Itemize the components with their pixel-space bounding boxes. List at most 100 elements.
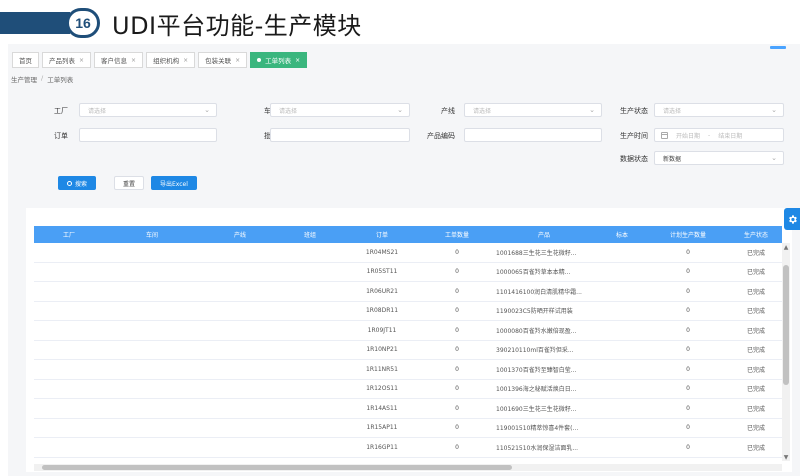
cell-empty bbox=[200, 243, 280, 262]
table-row[interactable]: 1R10NP21 0 390210110ml百雀羚但采... 0 已完成 bbox=[34, 341, 782, 360]
close-icon[interactable]: × bbox=[183, 57, 188, 64]
chevron-down-icon: ⌄ bbox=[771, 106, 777, 114]
close-icon[interactable]: × bbox=[131, 57, 136, 64]
table-row[interactable]: 1R15AP11 0 119001510精萃惊喜4件套(... 0 已完成 bbox=[34, 419, 782, 438]
chevron-down-icon: ⌄ bbox=[589, 106, 595, 114]
close-icon[interactable]: × bbox=[295, 57, 300, 64]
cell-empty bbox=[34, 263, 104, 282]
cell-qty: 0 bbox=[455, 385, 459, 393]
cell-qty: 0 bbox=[455, 268, 459, 276]
cell-order: 1R05ST11 bbox=[366, 268, 398, 276]
table-row[interactable]: 1R05ST11 0 1000065百雀羚草本本精... 0 已完成 bbox=[34, 263, 782, 282]
cell-order: 1R16GP11 bbox=[366, 443, 398, 451]
cell-empty bbox=[598, 419, 646, 438]
cell-status: 已完成 bbox=[746, 269, 765, 277]
export-button-label: 导出Excel bbox=[160, 180, 188, 188]
prod-status-label: 生产状态 bbox=[620, 107, 648, 115]
prod-status-select[interactable]: 请选择 ⌄ bbox=[654, 103, 784, 117]
cell-status: 已完成 bbox=[746, 327, 765, 335]
batch-input[interactable] bbox=[270, 128, 410, 142]
cell-empty bbox=[598, 243, 646, 262]
prod-time-range[interactable]: 开始日期 - 结束日期 bbox=[654, 128, 784, 142]
vertical-scroll-thumb[interactable] bbox=[783, 265, 789, 385]
data-status-select[interactable]: 新数据 ⌄ bbox=[654, 151, 784, 165]
table-row[interactable]: 1R14AS11 0 1001690三生花三生花微籽... 0 已完成 bbox=[34, 399, 782, 419]
slide-number: 16 bbox=[66, 8, 100, 38]
cell-empty bbox=[34, 419, 104, 438]
scroll-up-arrow-icon[interactable]: ▲ bbox=[782, 243, 790, 251]
cell-empty bbox=[598, 360, 646, 379]
cell-qty: 0 bbox=[455, 346, 459, 354]
close-icon[interactable]: × bbox=[235, 57, 240, 64]
gear-icon bbox=[788, 214, 797, 224]
scroll-down-arrow-icon[interactable]: ▼ bbox=[782, 453, 790, 461]
product-code-input[interactable] bbox=[464, 128, 602, 142]
cell-product: 1001690三生花三生花微籽... bbox=[496, 405, 577, 413]
cell-empty bbox=[200, 380, 280, 399]
horizontal-scrollbar[interactable] bbox=[34, 464, 782, 471]
settings-float-button[interactable] bbox=[784, 208, 800, 230]
tab-product-list[interactable]: 产品列表 × bbox=[42, 52, 92, 68]
cell-planned: 0 bbox=[686, 443, 690, 451]
line-select[interactable]: 请选择 ⌄ bbox=[464, 103, 602, 117]
cell-empty bbox=[104, 282, 200, 301]
order-input[interactable] bbox=[79, 128, 217, 142]
cell-product: 110521510水润保湿洁面乳... bbox=[496, 444, 579, 452]
cell-order: 1R15AP11 bbox=[366, 424, 398, 432]
cell-empty bbox=[280, 399, 340, 418]
cell-product: 1001370百雀羚至臻智白莹... bbox=[496, 366, 577, 374]
end-date-placeholder[interactable]: 结束日期 bbox=[718, 131, 742, 140]
column-header[interactable]: 订单 bbox=[340, 226, 424, 243]
table-row[interactable]: 1R04MS21 0 1001688三生花三生花微籽... 0 已完成 bbox=[34, 243, 782, 263]
cell-order: 1R12OS11 bbox=[366, 385, 398, 393]
column-header[interactable]: 生产状态 bbox=[730, 226, 782, 243]
reset-button[interactable]: 重置 bbox=[114, 176, 145, 190]
search-button[interactable]: 搜索 bbox=[58, 176, 97, 190]
cell-empty bbox=[104, 438, 200, 457]
app-window: 首页 产品列表 × 客户信息 × 组织机构 × 包装关联 × 工单列表 × 生产管理 / … bbox=[8, 44, 800, 476]
cell-product: 1101416100润白清肌精华霜... bbox=[496, 288, 582, 296]
horizontal-scroll-thumb[interactable] bbox=[42, 465, 512, 470]
cell-empty bbox=[280, 380, 340, 399]
cell-empty bbox=[34, 360, 104, 379]
cell-qty: 0 bbox=[455, 365, 459, 373]
column-header[interactable]: 标本 bbox=[598, 226, 646, 243]
tab-organization[interactable]: 组织机构 × bbox=[146, 52, 196, 68]
tab-home[interactable]: 首页 bbox=[12, 52, 39, 68]
cell-empty bbox=[200, 263, 280, 282]
column-header[interactable]: 产线 bbox=[200, 226, 280, 243]
close-icon[interactable]: × bbox=[79, 57, 84, 64]
start-date-placeholder[interactable]: 开始日期 bbox=[676, 131, 700, 140]
column-header[interactable]: 计划生产数量 bbox=[646, 226, 730, 243]
cell-qty: 0 bbox=[455, 443, 459, 451]
tab-work-order-list[interactable]: 工单列表 × bbox=[250, 52, 308, 68]
tab-label: 客户信息 bbox=[101, 57, 128, 65]
table-row[interactable]: 1R11NR51 0 1001370百雀羚至臻智白莹... 0 已完成 bbox=[34, 360, 782, 380]
factory-placeholder: 请选择 bbox=[88, 107, 107, 115]
cell-qty: 0 bbox=[455, 326, 459, 334]
table-row[interactable]: 1R06UR21 0 1101416100润白清肌精华霜... 0 已完成 bbox=[34, 282, 782, 302]
column-header[interactable]: 产品 bbox=[490, 226, 598, 243]
column-header[interactable]: 工单数量 bbox=[424, 226, 490, 243]
tab-label: 组织机构 bbox=[153, 57, 180, 65]
cell-order: 1R14AS11 bbox=[366, 404, 398, 412]
table-row[interactable]: 1R09JT11 0 1000080百雀羚水嫩倍现盈... 0 已完成 bbox=[34, 321, 782, 341]
tab-customer-info[interactable]: 客户信息 × bbox=[94, 52, 144, 68]
vertical-scrollbar[interactable]: ▲ ▼ bbox=[782, 243, 790, 461]
table-row[interactable]: 1R12OS11 0 1001396海之秘赋活焕白日... 0 已完成 bbox=[34, 380, 782, 399]
workshop-select[interactable]: 请选择 ⌄ bbox=[270, 103, 410, 117]
table-row[interactable]: 1R16GP11 0 110521510水润保湿洁面乳... 0 已完成 bbox=[34, 438, 782, 458]
cell-planned: 0 bbox=[686, 248, 690, 256]
tab-package-link[interactable]: 包装关联 × bbox=[198, 52, 248, 68]
table-row[interactable]: 1R08DR11 0 1190023C5防晒开样试用装 0 已完成 bbox=[34, 302, 782, 321]
factory-select[interactable]: 请选择 ⌄ bbox=[79, 103, 217, 117]
breadcrumb: 生产管理 / 工单列表 bbox=[11, 74, 73, 84]
column-header[interactable]: 班组 bbox=[280, 226, 340, 243]
column-header[interactable]: 车间 bbox=[104, 226, 200, 243]
tab-label: 首页 bbox=[19, 57, 32, 65]
tab-label: 产品列表 bbox=[49, 57, 75, 65]
column-header[interactable]: 工厂 bbox=[34, 226, 104, 243]
cell-empty bbox=[104, 360, 200, 379]
breadcrumb-parent[interactable]: 生产管理 bbox=[11, 74, 37, 84]
export-excel-button[interactable]: 导出Excel bbox=[151, 176, 197, 190]
